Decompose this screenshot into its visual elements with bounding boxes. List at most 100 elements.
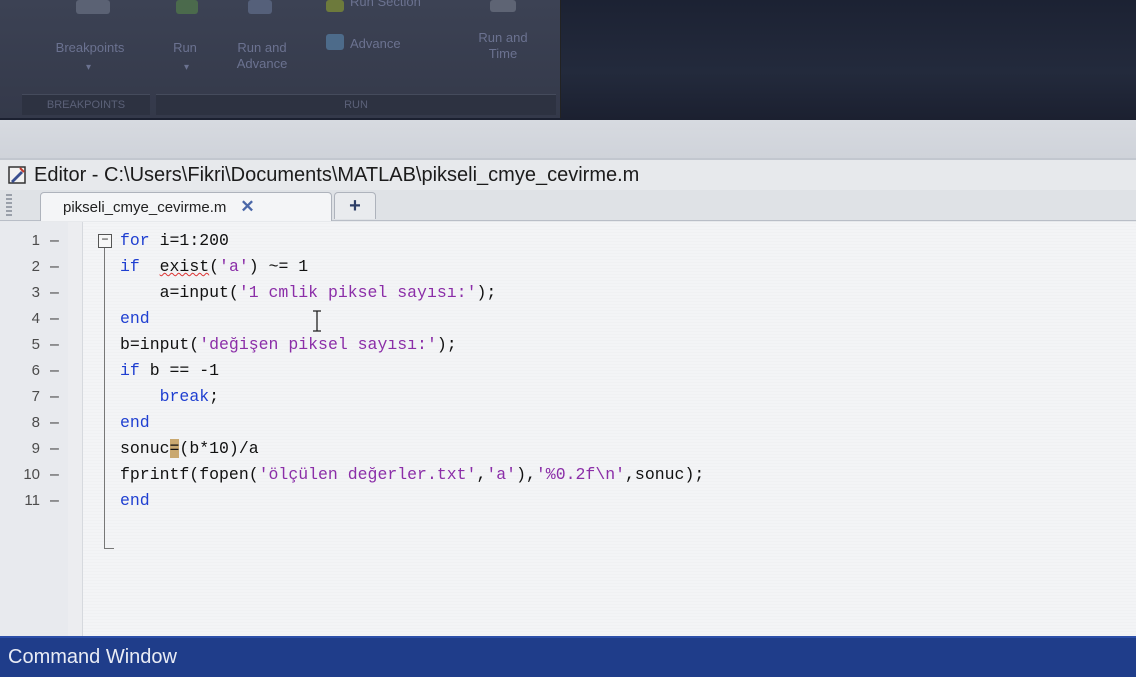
run-and-time-label-1: Run and [478, 30, 528, 45]
code-line[interactable]: 11– end [0, 488, 1136, 514]
code-token: fprintf(fopen( [120, 465, 259, 484]
run-dropdown-icon[interactable]: ▾ [184, 62, 189, 73]
command-window-title: Command Window [8, 646, 177, 668]
desktop-gap [0, 120, 1136, 158]
close-tab-icon[interactable]: ✕ [240, 197, 254, 217]
fold-toggle-icon[interactable]: − [98, 234, 112, 248]
editor-tab-bar: pikseli_cmye_cevirme.m ✕ + [0, 190, 1136, 221]
code-text: b=input('değişen piksel sayısı:'); [120, 332, 457, 358]
line-number[interactable]: 4 [0, 306, 40, 332]
editor-titlebar: Editor - C:\Users\Fikri\Documents\MATLAB… [8, 162, 639, 188]
code-line[interactable]: 1– for i=1:200 [0, 228, 1136, 254]
line-number[interactable]: 7 [0, 384, 40, 410]
advance-button[interactable]: Advance [350, 36, 440, 52]
code-text: end [120, 488, 150, 514]
breakpoint-marker[interactable]: – [50, 332, 64, 358]
code-token: '1 cmlik piksel sayısı:' [238, 283, 477, 302]
code-token: ,sonuc); [625, 465, 705, 484]
breakpoint-marker[interactable]: – [50, 280, 64, 306]
code-token: = [169, 439, 180, 458]
code-line[interactable]: 10– fprintf(fopen('ölçülen değerler.txt',… [0, 462, 1136, 488]
code-line[interactable]: 6– if b == -1 [0, 358, 1136, 384]
line-number[interactable]: 8 [0, 410, 40, 436]
line-number[interactable]: 6 [0, 358, 40, 384]
run-section-icon [326, 0, 344, 12]
line-number[interactable]: 3 [0, 280, 40, 306]
code-text: if b == -1 [120, 358, 219, 384]
breakpoint-marker[interactable]: – [50, 488, 64, 514]
code-token: break [159, 387, 210, 406]
run-icon [176, 0, 198, 14]
code-token: ) ~= 1 [248, 257, 309, 276]
fold-guide-line [104, 248, 105, 548]
code-line[interactable]: 4– end [0, 306, 1136, 332]
advance-label: Advance [350, 36, 401, 51]
breakpoints-dropdown-icon[interactable]: ▾ [86, 62, 91, 73]
code-token: (b*10)/a [179, 439, 259, 458]
breakpoint-marker[interactable]: – [50, 410, 64, 436]
code-line[interactable]: 5– b=input('değişen piksel sayısı:'); [0, 332, 1136, 358]
breakpoint-marker[interactable]: – [50, 384, 64, 410]
code-token: ); [436, 335, 457, 354]
code-token: '%0.2f\n' [535, 465, 626, 484]
breakpoint-marker[interactable]: – [50, 358, 64, 384]
command-window[interactable]: Command Window [0, 636, 1136, 677]
code-text: sonuc=(b*10)/a [120, 436, 259, 462]
line-number[interactable]: 11 [0, 488, 40, 514]
code-token: 'değişen piksel sayısı:' [199, 335, 437, 354]
code-token: sonuc [120, 439, 170, 458]
code-token: ), [516, 465, 536, 484]
code-line[interactable]: 7– break; [0, 384, 1136, 410]
code-line[interactable]: 2– if exist('a') ~= 1 [0, 254, 1136, 280]
code-token: b=input( [120, 335, 200, 354]
code-token: if [120, 257, 140, 276]
breakpoints-icon [76, 0, 110, 14]
editor-icon [8, 166, 26, 184]
run-and-time-button[interactable]: Run and Time [468, 30, 538, 62]
tab-grip-handle[interactable] [6, 194, 12, 216]
code-token: , [476, 465, 487, 484]
breakpoints-group-label: BREAKPOINTS [22, 94, 150, 115]
run-group-label: RUN [156, 94, 556, 115]
breakpoints-button[interactable]: Breakpoints [30, 40, 150, 56]
run-and-advance-label-1: Run and [237, 40, 287, 55]
line-number[interactable]: 2 [0, 254, 40, 280]
run-label: Run [173, 40, 197, 55]
code-token: ; [209, 387, 220, 406]
tab-pikseli-cmye-cevirme[interactable]: pikseli_cmye_cevirme.m ✕ [40, 192, 332, 221]
run-and-advance-button[interactable]: Run and Advance [222, 40, 302, 72]
line-number[interactable]: 9 [0, 436, 40, 462]
breakpoint-marker[interactable]: – [50, 462, 64, 488]
run-section-button[interactable]: Run Section [350, 0, 460, 10]
run-and-advance-icon [248, 0, 272, 14]
code-editor[interactable]: 1– for i=1:200 2– if exist('a') ~= 1 3– a=in… [0, 222, 1136, 638]
code-token: for [120, 231, 150, 250]
code-token: ); [476, 283, 497, 302]
line-number[interactable]: 10 [0, 462, 40, 488]
breakpoints-label: Breakpoints [55, 40, 125, 55]
code-token: end [120, 309, 150, 328]
breakpoint-marker[interactable]: – [50, 306, 64, 332]
toolstrip-ribbon: Breakpoints ▾ Run ▾ Run and Advance Run … [0, 0, 1136, 120]
line-number[interactable]: 5 [0, 332, 40, 358]
code-line[interactable]: 9– sonuc=(b*10)/a [0, 436, 1136, 462]
code-line[interactable]: 3– a=input('1 cmlik piksel sayısı:'); [0, 280, 1136, 306]
advance-icon [326, 34, 344, 50]
code-token: i=1:200 [149, 231, 229, 250]
breakpoint-marker[interactable]: – [50, 436, 64, 462]
code-token: a=input( [120, 283, 239, 302]
breakpoint-marker[interactable]: – [50, 228, 64, 254]
run-button[interactable]: Run [160, 40, 210, 56]
code-text: fprintf(fopen('ölçülen değerler.txt','a'… [120, 462, 704, 488]
code-line[interactable]: 8– end [0, 410, 1136, 436]
code-text: end [120, 410, 150, 436]
fold-end-marker [104, 548, 114, 549]
code-token: end [120, 413, 150, 432]
editor-ribbon-panel: Breakpoints ▾ Run ▾ Run and Advance Run … [0, 0, 561, 118]
breakpoint-marker[interactable]: – [50, 254, 64, 280]
code-token: if [120, 361, 140, 380]
run-and-time-icon [490, 0, 516, 12]
add-tab-button[interactable]: + [334, 192, 376, 219]
line-number[interactable]: 1 [0, 228, 40, 254]
